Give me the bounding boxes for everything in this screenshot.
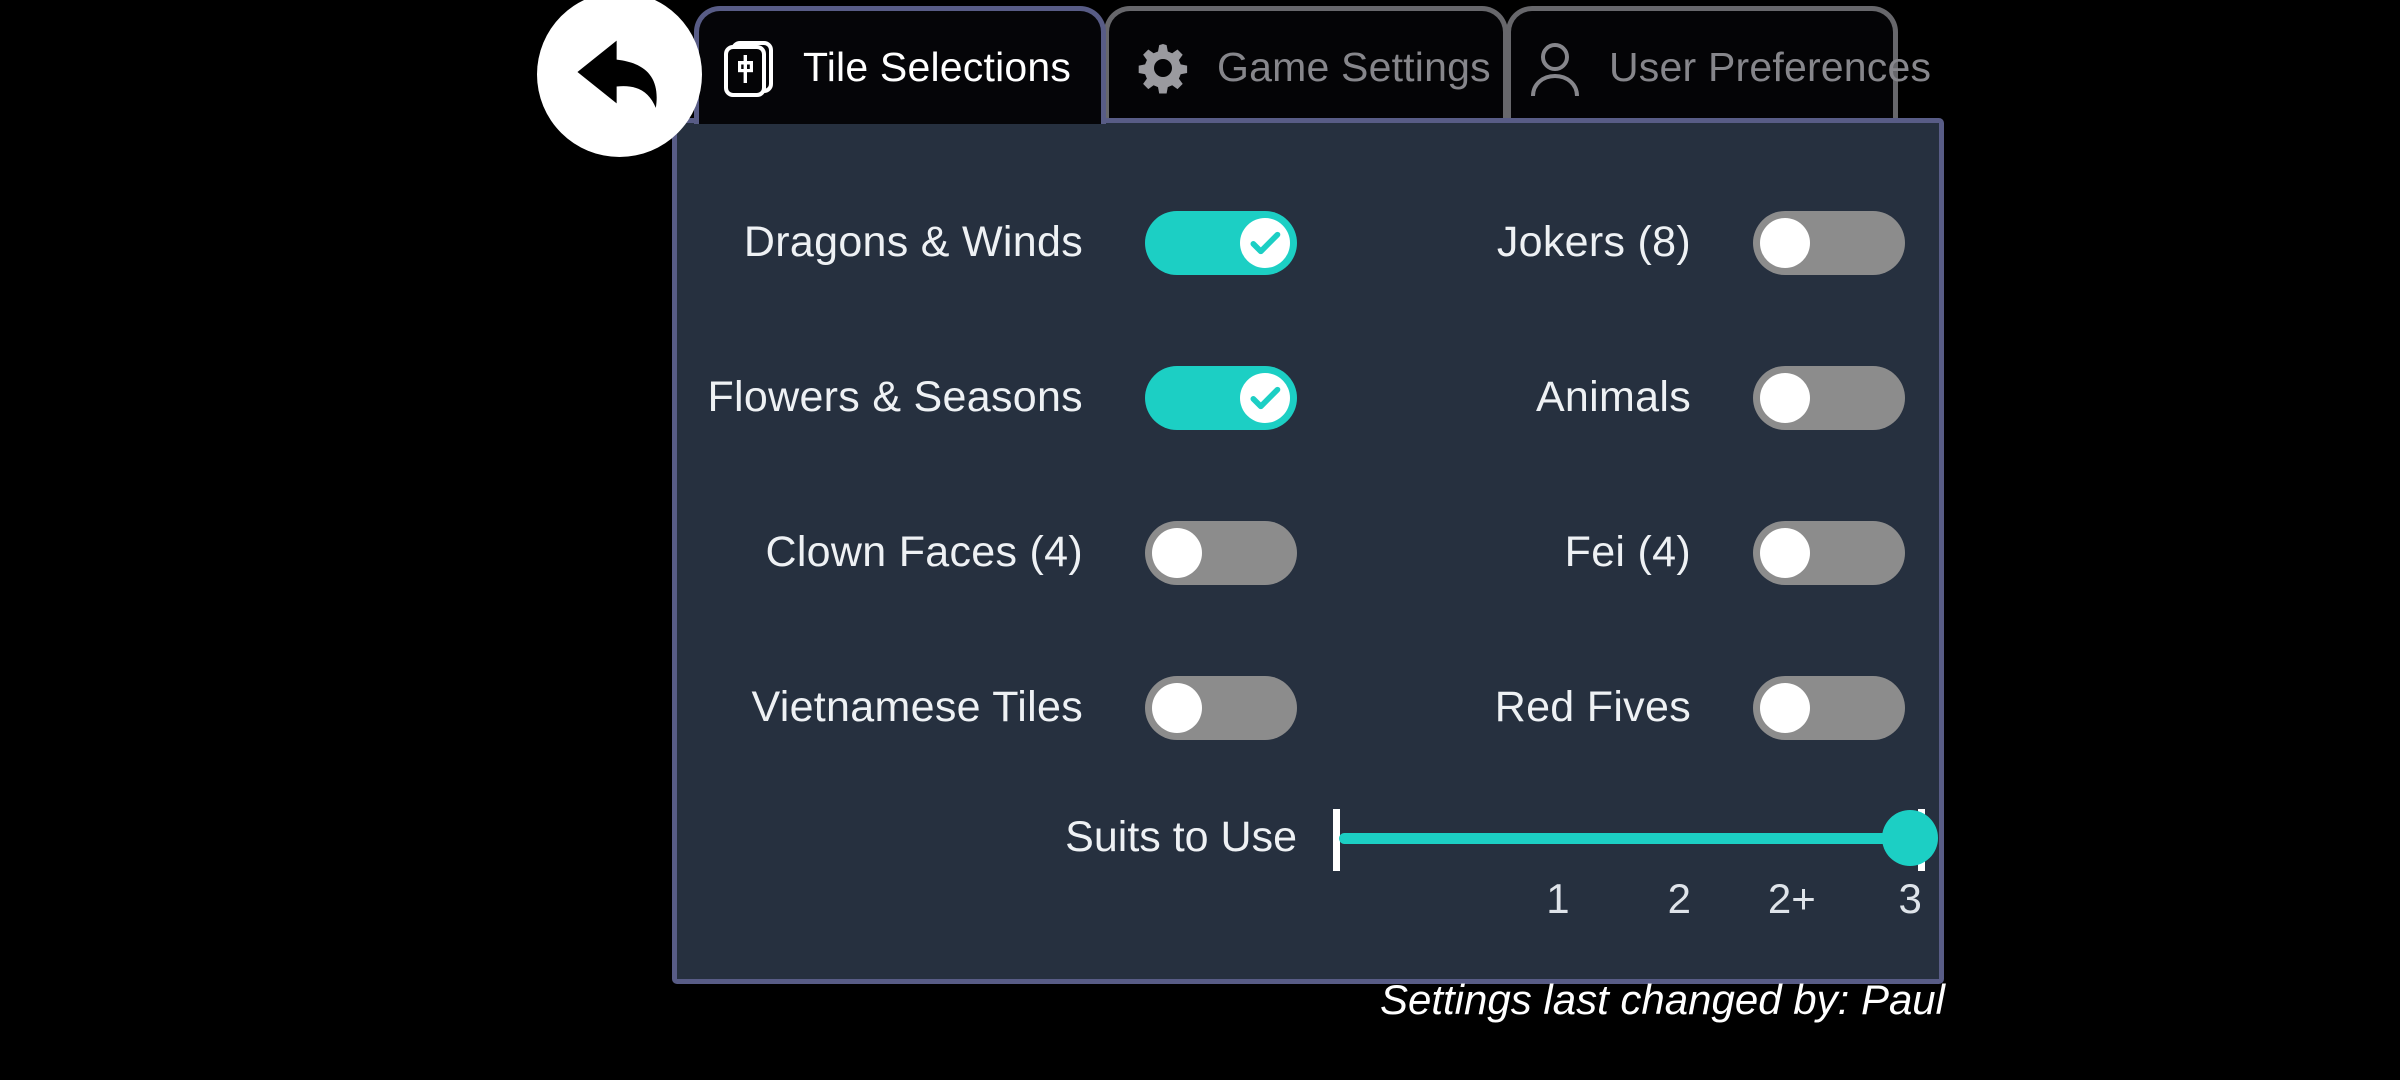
toggle-knob: [1152, 682, 1202, 733]
tab-user-preferences-label: User Preferences: [1609, 44, 1932, 90]
check-icon: [1250, 231, 1281, 254]
tab-tile-selections[interactable]: Tile Selections: [694, 6, 1106, 124]
options-grid: Dragons & Winds Jokers (8) Flowers & Sea…: [677, 123, 1939, 957]
toggle-jokers[interactable]: [1753, 210, 1905, 275]
option-cell: Clown Faces (4): [677, 520, 1297, 585]
suits-to-use-label: Suits to Use: [1065, 813, 1297, 861]
option-cell: Jokers (8): [1297, 210, 1905, 275]
toggle-red-fives[interactable]: [1753, 675, 1905, 740]
option-label-vietnamese-tiles: Vietnamese Tiles: [751, 683, 1083, 731]
toggle-vietnamese-tiles[interactable]: [1145, 675, 1297, 740]
toggle-clown-faces[interactable]: [1145, 520, 1297, 585]
slider-tick-3: 3: [1898, 875, 1922, 922]
option-cell: Fei (4): [1297, 520, 1905, 585]
slider-tick-labels: 1 2 2+ 3: [1333, 875, 1925, 935]
suits-to-use-row: Suits to Use 1 2 2+ 3: [677, 785, 1939, 957]
slider-tick-1: 2: [1667, 875, 1691, 922]
slider-tick-0: 1: [1546, 875, 1570, 922]
option-row: Vietnamese Tiles Red Fives: [677, 630, 1939, 785]
option-label-animals: Animals: [1535, 373, 1691, 421]
toggle-knob: [1240, 372, 1290, 423]
slider-track[interactable]: [1339, 833, 1919, 844]
slider-thumb[interactable]: [1882, 810, 1939, 866]
slider-tick-2: 2+: [1767, 875, 1816, 922]
toggle-knob: [1152, 527, 1202, 578]
tab-game-settings[interactable]: Game Settings: [1104, 6, 1508, 124]
option-label-flowers-seasons: Flowers & Seasons: [707, 373, 1083, 421]
option-label-clown-faces: Clown Faces (4): [765, 528, 1083, 576]
option-cell: Animals: [1297, 365, 1905, 430]
toggle-flowers-seasons[interactable]: [1145, 365, 1297, 430]
option-cell: Dragons & Winds: [677, 210, 1297, 275]
option-cell: Flowers & Seasons: [677, 365, 1297, 430]
toggle-knob: [1760, 372, 1810, 423]
option-label-dragons-winds: Dragons & Winds: [743, 218, 1083, 266]
suits-to-use-slider[interactable]: 1 2 2+ 3: [1333, 797, 1939, 947]
settings-panel: Dragons & Winds Jokers (8) Flowers & Sea…: [672, 118, 1944, 984]
gear-icon: [1131, 36, 1195, 100]
tab-tile-selections-label: Tile Selections: [803, 44, 1072, 90]
toggle-animals[interactable]: [1753, 365, 1905, 430]
option-label-jokers: Jokers (8): [1496, 218, 1691, 266]
tab-bar: Tile Selections Game Settings User Prefe…: [0, 0, 2400, 125]
toggle-fei[interactable]: [1753, 520, 1905, 585]
option-label-fei: Fei (4): [1564, 528, 1691, 576]
settings-last-changed-note: Settings last changed by: Paul: [1379, 976, 1945, 1023]
check-icon: [1250, 386, 1281, 409]
toggle-knob: [1760, 217, 1810, 268]
toggle-knob: [1760, 527, 1810, 578]
tab-game-settings-label: Game Settings: [1217, 44, 1491, 90]
toggle-knob: [1760, 682, 1810, 733]
back-arrow-icon: [564, 16, 676, 133]
option-row: Flowers & Seasons Animals: [677, 320, 1939, 475]
toggle-dragons-winds[interactable]: [1145, 210, 1297, 275]
mahjong-tile-icon: [717, 36, 781, 100]
option-row: Dragons & Winds Jokers (8): [677, 165, 1939, 320]
user-icon: [1523, 36, 1587, 100]
option-row: Clown Faces (4) Fei (4): [677, 475, 1939, 630]
tab-user-preferences[interactable]: User Preferences: [1506, 6, 1931, 124]
option-label-red-fives: Red Fives: [1494, 683, 1691, 731]
option-cell: Red Fives: [1297, 675, 1905, 740]
toggle-knob: [1240, 217, 1290, 268]
option-cell: Vietnamese Tiles: [677, 675, 1297, 740]
